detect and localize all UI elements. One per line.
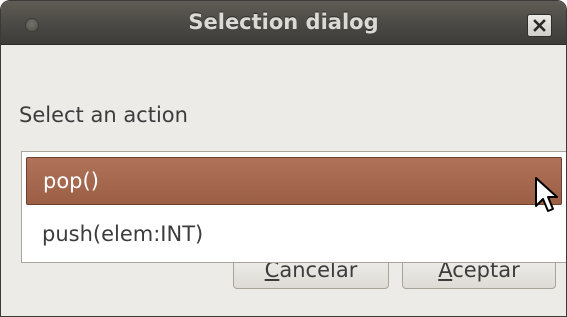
window-title: Selection dialog (188, 10, 379, 34)
titlebar[interactable]: Selection dialog (1, 1, 566, 45)
close-button[interactable] (527, 14, 552, 37)
mouse-pointer-icon (535, 177, 558, 212)
list-item-pop[interactable]: pop() (26, 157, 562, 205)
close-icon (533, 19, 546, 32)
list-item-push[interactable]: push(elem:INT) (26, 210, 566, 258)
prompt-label: Select an action (19, 103, 188, 127)
selection-dialog-window: Selection dialog Select an action Cancel… (0, 0, 567, 317)
action-list[interactable]: pop() push(elem:INT) (21, 151, 566, 263)
